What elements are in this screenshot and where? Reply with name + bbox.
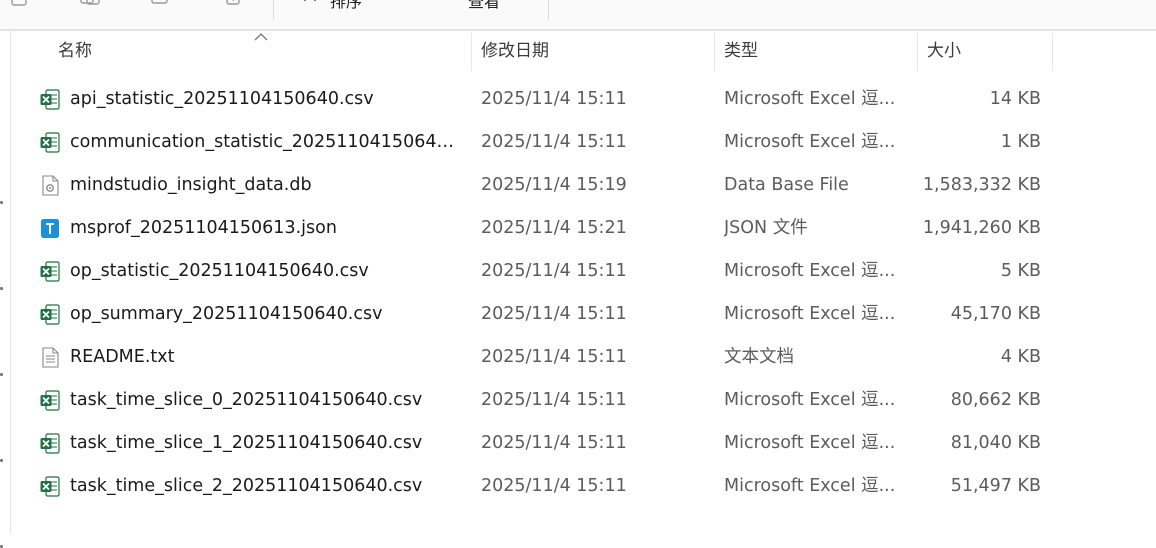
file-size: 81,040 KB [950, 433, 1041, 453]
column-divider[interactable] [917, 33, 918, 71]
sort-ascending-icon [254, 33, 268, 41]
file-date: 2025/11/4 15:11 [481, 304, 627, 324]
column-divider[interactable] [714, 33, 715, 71]
file-date: 2025/11/4 15:11 [481, 433, 627, 453]
column-divider[interactable] [471, 33, 472, 71]
file-row[interactable]: task_time_slice_2_20251104150640.csv 2025… [30, 465, 1130, 508]
column-header-name[interactable]: 名称 [58, 31, 92, 71]
pane-marker [0, 287, 3, 290]
delete-icon[interactable] [224, 0, 244, 8]
file-name: mindstudio_insight_data.db [70, 175, 312, 195]
file-size: 14 KB [989, 89, 1041, 109]
file-size: 4 KB [1000, 347, 1041, 367]
file-row[interactable]: task_time_slice_0_20251104150640.csv 2025… [30, 379, 1130, 422]
view-button[interactable]: 查看 [468, 0, 500, 12]
file-date: 2025/11/4 15:11 [481, 347, 627, 367]
excel-csv-icon [40, 261, 60, 282]
file-type: Microsoft Excel 逗... [724, 261, 896, 281]
database-file-icon [40, 175, 60, 196]
excel-csv-icon [40, 132, 60, 153]
file-row[interactable]: communication_statistic_20251104150640..… [30, 121, 1130, 164]
column-header-row: 名称 修改日期 类型 大小 [0, 31, 1156, 71]
command-bar: 排序 查看 [0, 0, 1156, 31]
file-type: Microsoft Excel 逗... [724, 433, 896, 453]
file-date: 2025/11/4 15:11 [481, 261, 627, 281]
column-header-size[interactable]: 大小 [927, 31, 961, 71]
pane-marker [0, 459, 3, 462]
file-size: 51,497 KB [950, 476, 1041, 496]
file-row[interactable]: op_summary_20251104150640.csv 2025/11/4 1… [30, 293, 1130, 336]
copy-icon[interactable] [78, 0, 102, 8]
file-name: README.txt [70, 347, 175, 367]
file-size: 80,662 KB [950, 390, 1041, 410]
file-date: 2025/11/4 15:11 [481, 390, 627, 410]
file-date: 2025/11/4 15:21 [481, 218, 627, 238]
file-row[interactable]: op_statistic_20251104150640.csv 2025/11/4… [30, 250, 1130, 293]
pane-marker [0, 201, 3, 204]
navigation-pane[interactable] [0, 31, 11, 548]
file-date: 2025/11/4 15:11 [481, 89, 627, 109]
file-name: communication_statistic_20251104150640..… [70, 132, 462, 152]
file-type: 文本文档 [724, 347, 794, 367]
file-name: msprof_20251104150613.json [70, 218, 337, 238]
column-header-type[interactable]: 类型 [724, 31, 758, 71]
pane-marker [0, 373, 3, 376]
file-type: Data Base File [724, 175, 849, 195]
file-size: 5 KB [1000, 261, 1041, 281]
file-type: Microsoft Excel 逗... [724, 476, 896, 496]
file-name: task_time_slice_0_20251104150640.csv [70, 390, 423, 410]
toolbar-separator [548, 0, 549, 20]
sort-button[interactable]: 排序 [330, 0, 362, 12]
excel-csv-icon [40, 390, 60, 411]
file-size: 1 KB [1000, 132, 1041, 152]
file-type: Microsoft Excel 逗... [724, 132, 896, 152]
share-icon[interactable] [150, 0, 170, 8]
column-header-date[interactable]: 修改日期 [481, 31, 549, 71]
file-name: task_time_slice_1_20251104150640.csv [70, 433, 423, 453]
view-icon[interactable] [432, 0, 456, 8]
file-type: Microsoft Excel 逗... [724, 304, 896, 324]
column-divider[interactable] [1052, 33, 1053, 71]
excel-csv-icon [40, 304, 60, 325]
file-name: task_time_slice_2_20251104150640.csv [70, 476, 423, 496]
text-file-icon [40, 347, 60, 368]
file-row[interactable]: msprof_20251104150613.json 2025/11/4 15:2… [30, 207, 1130, 250]
file-row[interactable]: api_statistic_20251104150640.csv 2025/11/… [30, 78, 1130, 121]
sort-icon[interactable] [300, 0, 326, 8]
file-row[interactable]: mindstudio_insight_data.db 2025/11/4 15:1… [30, 164, 1130, 207]
file-name: api_statistic_20251104150640.csv [70, 89, 374, 109]
file-date: 2025/11/4 15:11 [481, 132, 627, 152]
toolbar-separator [273, 0, 274, 20]
file-size: 45,170 KB [950, 304, 1041, 324]
file-date: 2025/11/4 15:19 [481, 175, 627, 195]
file-row[interactable]: task_time_slice_1_20251104150640.csv 2025… [30, 422, 1130, 465]
file-type: Microsoft Excel 逗... [724, 390, 896, 410]
file-size: 1,941,260 KB [922, 218, 1041, 238]
file-date: 2025/11/4 15:11 [481, 476, 627, 496]
file-size: 1,583,332 KB [922, 175, 1041, 195]
excel-csv-icon [40, 476, 60, 497]
file-type: JSON 文件 [724, 218, 808, 238]
json-file-icon [40, 218, 60, 239]
file-row[interactable]: README.txt 2025/11/4 15:11 文本文档 4 KB [30, 336, 1130, 379]
file-type: Microsoft Excel 逗... [724, 89, 896, 109]
new-icon[interactable] [10, 0, 30, 8]
file-name: op_summary_20251104150640.csv [70, 304, 383, 324]
file-name: op_statistic_20251104150640.csv [70, 261, 369, 281]
excel-csv-icon [40, 89, 60, 110]
excel-csv-icon [40, 433, 60, 454]
